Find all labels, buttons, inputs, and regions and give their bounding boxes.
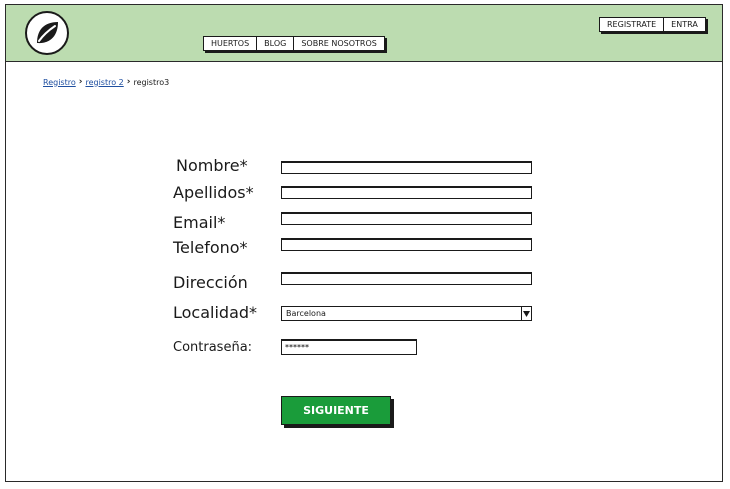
breadcrumb: Registro › registro 2 › registro3 — [43, 77, 169, 87]
nombre-field[interactable] — [281, 161, 532, 174]
apellidos-label: Apellidos* — [173, 183, 254, 202]
email-label: Email* — [173, 213, 226, 232]
breadcrumb-registro3: registro3 — [133, 77, 170, 87]
login-button[interactable]: ENTRA — [664, 18, 705, 31]
nav-item-blog[interactable]: BLOG — [257, 37, 295, 50]
dropdown-arrow-icon[interactable] — [521, 307, 531, 320]
breadcrumb-separator: › — [78, 77, 83, 87]
telefono-label: Telefono* — [173, 238, 248, 257]
nav-item-huertos[interactable]: HUERTOS — [204, 37, 258, 50]
direccion-label: Dirección — [173, 273, 248, 292]
auth-nav: REGISTRATE ENTRA — [599, 17, 706, 32]
apellidos-field[interactable] — [281, 186, 532, 199]
nav-item-sobre-nosotros[interactable]: SOBRE NOSOTROS — [294, 37, 384, 50]
localidad-select[interactable]: Barcelona — [281, 306, 532, 321]
direccion-field[interactable] — [281, 272, 532, 285]
localidad-value: Barcelona — [286, 309, 326, 318]
breadcrumb-registro[interactable]: Registro — [43, 78, 76, 87]
localidad-label: Localidad* — [173, 303, 258, 322]
nombre-label: Nombre* — [176, 156, 248, 175]
contrasena-label: Contraseña: — [173, 340, 253, 355]
main-nav: HUERTOS BLOG SOBRE NOSOTROS — [203, 36, 385, 51]
email-field[interactable] — [281, 212, 532, 225]
breadcrumb-registro-2[interactable]: registro 2 — [85, 78, 123, 87]
header-bar: HUERTOS BLOG SOBRE NOSOTROS REGISTRATE E… — [6, 5, 722, 62]
register-button[interactable]: REGISTRATE — [600, 18, 665, 31]
telefono-field[interactable] — [281, 238, 532, 251]
breadcrumb-separator: › — [126, 77, 131, 87]
page-frame: HUERTOS BLOG SOBRE NOSOTROS REGISTRATE E… — [5, 4, 723, 482]
next-button[interactable]: SIGUIENTE — [281, 396, 391, 425]
leaf-icon — [37, 22, 58, 44]
logo[interactable] — [25, 11, 69, 55]
password-field[interactable] — [281, 339, 417, 355]
